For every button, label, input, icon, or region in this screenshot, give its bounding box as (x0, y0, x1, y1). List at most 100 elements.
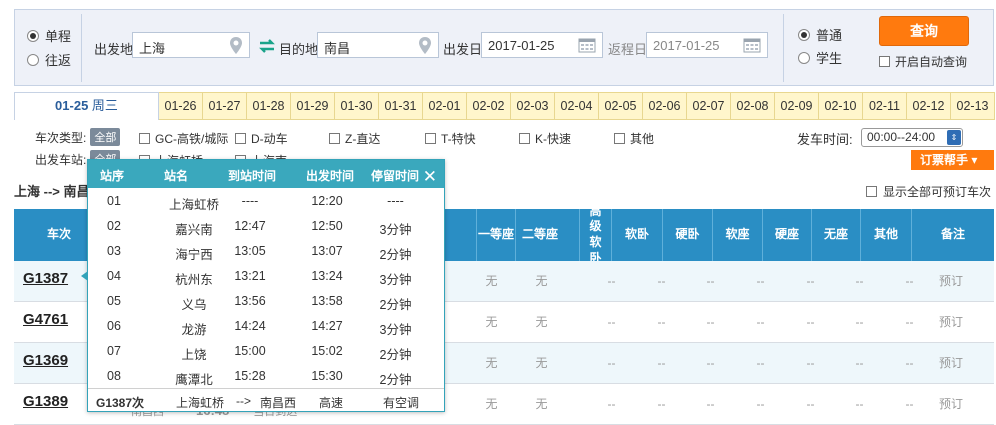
depart-date-field[interactable]: 2017-01-25 (481, 32, 603, 58)
depart-time-select[interactable]: 00:00--24:00 ⇕ (861, 128, 963, 147)
first-class-seat: 无 (485, 315, 498, 329)
roundtrip-radio[interactable]: 往返 (27, 50, 71, 69)
oneway-label: 单程 (45, 29, 72, 44)
date-tab[interactable]: 02-11 (863, 92, 907, 120)
stop-depart: 13:07 (311, 244, 343, 258)
seat-unavailable: -- (806, 274, 815, 288)
column-header: 软座 (712, 209, 762, 261)
roundtrip-label: 往返 (45, 53, 72, 68)
auto-query-checkbox[interactable]: 开启自动查询 (879, 53, 967, 70)
date-tab[interactable]: 02-13 (951, 92, 995, 120)
train-type-checkbox[interactable]: T-特快 (425, 130, 476, 147)
stop-arrive: 14:24 (234, 319, 266, 333)
seat-unavailable: -- (905, 315, 914, 329)
date-tab[interactable]: 02-08 (731, 92, 775, 120)
normal-label: 普通 (816, 28, 843, 43)
date-tab[interactable]: 01-26 (159, 92, 203, 120)
popup-column-header: 出发时间 (306, 169, 355, 183)
swap-icon[interactable] (258, 38, 276, 54)
seat-unavailable: -- (657, 274, 666, 288)
date-tab[interactable]: 02-01 (423, 92, 467, 120)
book-button[interactable]: 预订 (939, 343, 963, 384)
seat-unavailable: -- (607, 356, 616, 370)
column-header: 无座 (811, 209, 860, 261)
show-all-checkbox[interactable]: 显示全部可预订车次 (866, 183, 991, 200)
seat-unavailable: -- (657, 315, 666, 329)
train-type-label: GC-高铁/城际 (155, 132, 229, 146)
date-tab[interactable]: 01-28 (247, 92, 291, 120)
booking-helper-button[interactable]: 订票帮手 ▾ (911, 150, 994, 170)
radio-dot (27, 29, 39, 42)
seat-unavailable: -- (855, 274, 864, 288)
train-number-link[interactable]: G4761 (23, 311, 68, 328)
from-value: 上海 (139, 41, 166, 56)
stop-row: 05 义乌 13:56 13:58 2分钟 (88, 289, 444, 314)
train-number-link[interactable]: G1369 (23, 352, 68, 369)
train-type-label: D-动车 (251, 132, 288, 146)
all-types-button[interactable]: 全部 (90, 128, 121, 146)
station-label: 出发车站: (35, 152, 87, 167)
date-tab[interactable]: 01-27 (203, 92, 247, 120)
date-tab[interactable]: 01-31 (379, 92, 423, 120)
checkbox-box (139, 133, 150, 144)
student-label: 学生 (816, 51, 843, 66)
query-button[interactable]: 查询 (879, 16, 969, 46)
divider (783, 14, 784, 82)
stop-depart: 13:24 (311, 269, 343, 283)
date-tab[interactable]: 02-03 (511, 92, 555, 120)
train-type-checkbox[interactable]: D-动车 (235, 130, 288, 147)
to-field[interactable]: 南昌 (317, 32, 439, 58)
checkbox-box (329, 133, 340, 144)
stops-popup: ✕ 站序 站名 到站时间 出发时间 停留时间 01 上海虹桥 ---- 12:20 ---- 02… (87, 159, 445, 412)
second-class-seat: 无 (535, 356, 548, 370)
date-tab[interactable]: 02-07 (687, 92, 731, 120)
date-tab[interactable]: 01-30 (335, 92, 379, 120)
train-type-checkbox[interactable]: GC-高铁/城际 (139, 130, 228, 147)
train-type-label: Z-直达 (345, 132, 381, 146)
return-date-field[interactable]: 2017-01-25 (646, 32, 768, 58)
column-header: 备注 (911, 209, 994, 261)
calendar-icon[interactable] (578, 37, 596, 53)
checkbox-box (425, 133, 436, 144)
train-number-link[interactable]: G1389 (23, 393, 68, 410)
date-tabs: 01-25 周三 01-26 01-27 01-28 01-29 01-30 01-31 0… (14, 92, 995, 120)
stop-name: 龙游 (181, 323, 207, 337)
date-tab[interactable]: 02-12 (907, 92, 951, 120)
stop-seq: 04 (107, 269, 121, 283)
stop-stay: 3分钟 (379, 273, 412, 287)
date-tab[interactable]: 02-10 (819, 92, 863, 120)
show-all-label: 显示全部可预订车次 (883, 185, 992, 199)
date-tab[interactable]: 02-09 (775, 92, 819, 120)
footer-speed: 高速 (319, 396, 344, 410)
seat-unavailable: -- (806, 356, 815, 370)
close-icon[interactable]: ✕ (423, 167, 437, 187)
stop-name: 鹰潭北 (175, 373, 213, 387)
train-type-checkbox[interactable]: Z-直达 (329, 130, 380, 147)
footer-to: 南昌西 (260, 396, 297, 410)
date-tab[interactable]: 01-29 (291, 92, 335, 120)
date-tab[interactable]: 02-05 (599, 92, 643, 120)
stop-name: 嘉兴南 (175, 223, 213, 237)
calendar-icon[interactable] (743, 37, 761, 53)
train-type-checkbox[interactable]: 其他 (614, 130, 654, 147)
first-class-seat: 无 (485, 356, 498, 370)
active-date: 01-25 (55, 98, 89, 113)
oneway-radio[interactable]: 单程 (27, 26, 71, 45)
query-bar: 单程 往返 出发地 上海 目的地 南昌 出发日 2017-01-25 返程日 2… (14, 9, 994, 86)
train-type-checkbox[interactable]: K-快速 (519, 130, 571, 147)
student-ticket-radio[interactable]: 学生 (798, 48, 842, 67)
stop-seq: 02 (107, 219, 121, 233)
date-tab[interactable]: 02-06 (643, 92, 687, 120)
seat-unavailable: -- (855, 356, 864, 370)
train-number-link[interactable]: G1387 (23, 270, 68, 287)
active-weekday: 周三 (91, 98, 118, 113)
stop-seq: 05 (107, 294, 121, 308)
tab-active-date[interactable]: 01-25 周三 (14, 92, 159, 120)
from-field[interactable]: 上海 (132, 32, 250, 58)
book-button[interactable]: 预订 (939, 302, 963, 343)
normal-ticket-radio[interactable]: 普通 (798, 25, 842, 44)
date-tab[interactable]: 02-04 (555, 92, 599, 120)
date-tab[interactable]: 02-02 (467, 92, 511, 120)
stop-row: 07 上饶 15:00 15:02 2分钟 (88, 339, 444, 364)
book-button[interactable]: 预订 (939, 261, 963, 302)
